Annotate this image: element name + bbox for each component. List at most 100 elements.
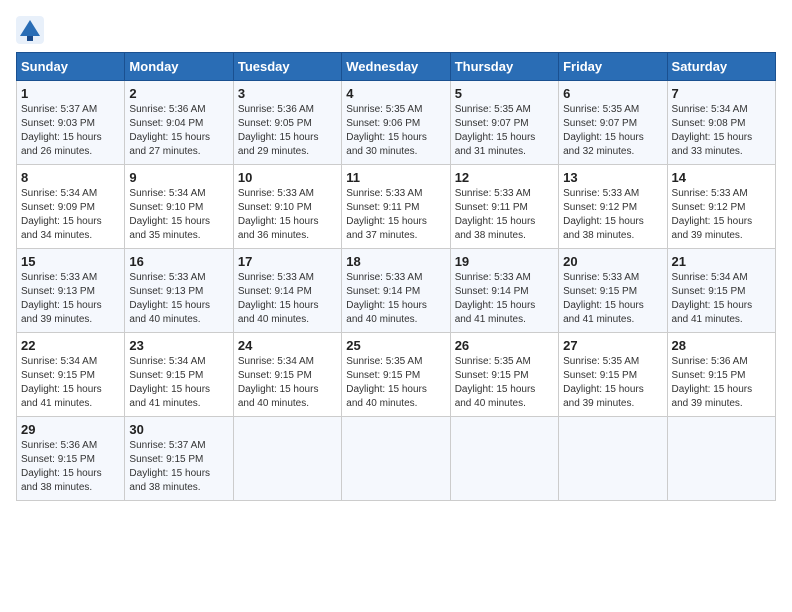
- day-number: 29: [21, 422, 120, 437]
- day-number: 18: [346, 254, 445, 269]
- day-number: 30: [129, 422, 228, 437]
- calendar-cell: 16Sunrise: 5:33 AM Sunset: 9:13 PM Dayli…: [125, 249, 233, 333]
- day-number: 16: [129, 254, 228, 269]
- day-number: 8: [21, 170, 120, 185]
- cell-content: Sunrise: 5:35 AM Sunset: 9:15 PM Dayligh…: [346, 355, 445, 411]
- calendar-cell: 5 Sunrise: 5:35 AM Sunset: 9:07 PM Daylig…: [450, 81, 558, 165]
- day-number: 9: [129, 170, 228, 185]
- calendar-cell: 14 Sunrise: 5:33 AM Sunset: 9:12 PM Dayli…: [667, 165, 775, 249]
- day-number: 26: [455, 338, 554, 353]
- day-number: 25: [346, 338, 445, 353]
- calendar-cell: 15 Sunrise: 5:33 AM Sunset: 9:13 PM Dayli…: [17, 249, 125, 333]
- calendar-cell: 11Sunrise: 5:33 AM Sunset: 9:11 PM Dayli…: [342, 165, 450, 249]
- week-row-2: 15 Sunrise: 5:33 AM Sunset: 9:13 PM Dayli…: [17, 249, 776, 333]
- calendar-cell: 3 Sunrise: 5:36 AM Sunset: 9:05 PM Daylig…: [233, 81, 341, 165]
- cell-content: Sunrise: 5:35 AM Sunset: 9:07 PM Dayligh…: [563, 103, 662, 159]
- cell-content: Sunrise: 5:35 AM Sunset: 9:06 PM Dayligh…: [346, 103, 445, 159]
- calendar-cell: 29 Sunrise: 5:36 AM Sunset: 9:15 PM Dayli…: [17, 417, 125, 501]
- cell-content: Sunrise: 5:33 AM Sunset: 9:10 PM Dayligh…: [238, 187, 337, 243]
- day-number: 15: [21, 254, 120, 269]
- cell-content: Sunrise: 5:34 AM Sunset: 9:10 PM Dayligh…: [129, 187, 228, 243]
- day-number: 6: [563, 86, 662, 101]
- calendar-cell: 2Sunrise: 5:36 AM Sunset: 9:04 PM Daylig…: [125, 81, 233, 165]
- cell-content: Sunrise: 5:34 AM Sunset: 9:15 PM Dayligh…: [129, 355, 228, 411]
- calendar-cell: 7 Sunrise: 5:34 AM Sunset: 9:08 PM Daylig…: [667, 81, 775, 165]
- cell-content: Sunrise: 5:33 AM Sunset: 9:14 PM Dayligh…: [346, 271, 445, 327]
- calendar-cell: 20 Sunrise: 5:33 AM Sunset: 9:15 PM Dayli…: [559, 249, 667, 333]
- cell-content: Sunrise: 5:33 AM Sunset: 9:11 PM Dayligh…: [455, 187, 554, 243]
- cell-content: Sunrise: 5:35 AM Sunset: 9:07 PM Dayligh…: [455, 103, 554, 159]
- calendar-cell: 17 Sunrise: 5:33 AM Sunset: 9:14 PM Dayli…: [233, 249, 341, 333]
- header-wednesday: Wednesday: [342, 53, 450, 81]
- cell-content: Sunrise: 5:33 AM Sunset: 9:14 PM Dayligh…: [238, 271, 337, 327]
- cell-content: Sunrise: 5:34 AM Sunset: 9:09 PM Dayligh…: [21, 187, 120, 243]
- cell-content: Sunrise: 5:33 AM Sunset: 9:15 PM Dayligh…: [563, 271, 662, 327]
- day-number: 21: [672, 254, 771, 269]
- calendar-cell: 8 Sunrise: 5:34 AM Sunset: 9:09 PM Daylig…: [17, 165, 125, 249]
- calendar-cell: 4 Sunrise: 5:35 AM Sunset: 9:06 PM Daylig…: [342, 81, 450, 165]
- day-number: 5: [455, 86, 554, 101]
- cell-content: Sunrise: 5:37 AM Sunset: 9:03 PM Dayligh…: [21, 103, 120, 159]
- day-number: 17: [238, 254, 337, 269]
- calendar-cell: 22 Sunrise: 5:34 AM Sunset: 9:15 PM Dayli…: [17, 333, 125, 417]
- day-number: 22: [21, 338, 120, 353]
- cell-content: Sunrise: 5:35 AM Sunset: 9:15 PM Dayligh…: [455, 355, 554, 411]
- day-number: 10: [238, 170, 337, 185]
- calendar-cell: 28 Sunrise: 5:36 AM Sunset: 9:15 PM Dayli…: [667, 333, 775, 417]
- cell-content: Sunrise: 5:33 AM Sunset: 9:12 PM Dayligh…: [672, 187, 771, 243]
- day-number: 4: [346, 86, 445, 101]
- day-number: 20: [563, 254, 662, 269]
- calendar-cell: 10 Sunrise: 5:33 AM Sunset: 9:10 PM Dayli…: [233, 165, 341, 249]
- calendar-cell: 19 Sunrise: 5:33 AM Sunset: 9:14 PM Dayli…: [450, 249, 558, 333]
- week-row-1: 8 Sunrise: 5:34 AM Sunset: 9:09 PM Daylig…: [17, 165, 776, 249]
- calendar-cell: 30 Sunrise: 5:37 AM Sunset: 9:15 PM Dayli…: [125, 417, 233, 501]
- day-number: 23: [129, 338, 228, 353]
- page-header: [16, 16, 776, 44]
- calendar-cell: 23 Sunrise: 5:34 AM Sunset: 9:15 PM Dayli…: [125, 333, 233, 417]
- cell-content: Sunrise: 5:34 AM Sunset: 9:08 PM Dayligh…: [672, 103, 771, 159]
- week-row-0: 1 Sunrise: 5:37 AM Sunset: 9:03 PM Daylig…: [17, 81, 776, 165]
- calendar-table: SundayMondayTuesdayWednesdayThursdayFrid…: [16, 52, 776, 501]
- cell-content: Sunrise: 5:36 AM Sunset: 9:15 PM Dayligh…: [672, 355, 771, 411]
- header-monday: Monday: [125, 53, 233, 81]
- day-number: 12: [455, 170, 554, 185]
- calendar-cell: [559, 417, 667, 501]
- cell-content: Sunrise: 5:36 AM Sunset: 9:05 PM Dayligh…: [238, 103, 337, 159]
- cell-content: Sunrise: 5:37 AM Sunset: 9:15 PM Dayligh…: [129, 439, 228, 495]
- header-saturday: Saturday: [667, 53, 775, 81]
- cell-content: Sunrise: 5:33 AM Sunset: 9:11 PM Dayligh…: [346, 187, 445, 243]
- cell-content: Sunrise: 5:36 AM Sunset: 9:04 PM Dayligh…: [129, 103, 228, 159]
- calendar-cell: 18 Sunrise: 5:33 AM Sunset: 9:14 PM Dayli…: [342, 249, 450, 333]
- day-number: 3: [238, 86, 337, 101]
- logo: [16, 16, 48, 44]
- day-number: 28: [672, 338, 771, 353]
- header-tuesday: Tuesday: [233, 53, 341, 81]
- cell-content: Sunrise: 5:33 AM Sunset: 9:13 PM Dayligh…: [21, 271, 120, 327]
- calendar-cell: 21 Sunrise: 5:34 AM Sunset: 9:15 PM Dayli…: [667, 249, 775, 333]
- header-friday: Friday: [559, 53, 667, 81]
- calendar-cell: 6 Sunrise: 5:35 AM Sunset: 9:07 PM Daylig…: [559, 81, 667, 165]
- calendar-cell: [342, 417, 450, 501]
- calendar-cell: 27Sunrise: 5:35 AM Sunset: 9:15 PM Dayli…: [559, 333, 667, 417]
- cell-content: Sunrise: 5:34 AM Sunset: 9:15 PM Dayligh…: [672, 271, 771, 327]
- day-number: 14: [672, 170, 771, 185]
- day-number: 1: [21, 86, 120, 101]
- cell-content: Sunrise: 5:34 AM Sunset: 9:15 PM Dayligh…: [21, 355, 120, 411]
- calendar-cell: 12 Sunrise: 5:33 AM Sunset: 9:11 PM Dayli…: [450, 165, 558, 249]
- header-sunday: Sunday: [17, 53, 125, 81]
- days-header-row: SundayMondayTuesdayWednesdayThursdayFrid…: [17, 53, 776, 81]
- week-row-4: 29 Sunrise: 5:36 AM Sunset: 9:15 PM Dayli…: [17, 417, 776, 501]
- cell-content: Sunrise: 5:36 AM Sunset: 9:15 PM Dayligh…: [21, 439, 120, 495]
- day-number: 7: [672, 86, 771, 101]
- cell-content: Sunrise: 5:33 AM Sunset: 9:14 PM Dayligh…: [455, 271, 554, 327]
- calendar-cell: 24Sunrise: 5:34 AM Sunset: 9:15 PM Dayli…: [233, 333, 341, 417]
- calendar-cell: 26 Sunrise: 5:35 AM Sunset: 9:15 PM Dayli…: [450, 333, 558, 417]
- calendar-cell: [667, 417, 775, 501]
- calendar-cell: 9 Sunrise: 5:34 AM Sunset: 9:10 PM Daylig…: [125, 165, 233, 249]
- day-number: 19: [455, 254, 554, 269]
- calendar-cell: 13Sunrise: 5:33 AM Sunset: 9:12 PM Dayli…: [559, 165, 667, 249]
- day-number: 27: [563, 338, 662, 353]
- calendar-cell: [233, 417, 341, 501]
- logo-icon: [16, 16, 44, 44]
- day-number: 24: [238, 338, 337, 353]
